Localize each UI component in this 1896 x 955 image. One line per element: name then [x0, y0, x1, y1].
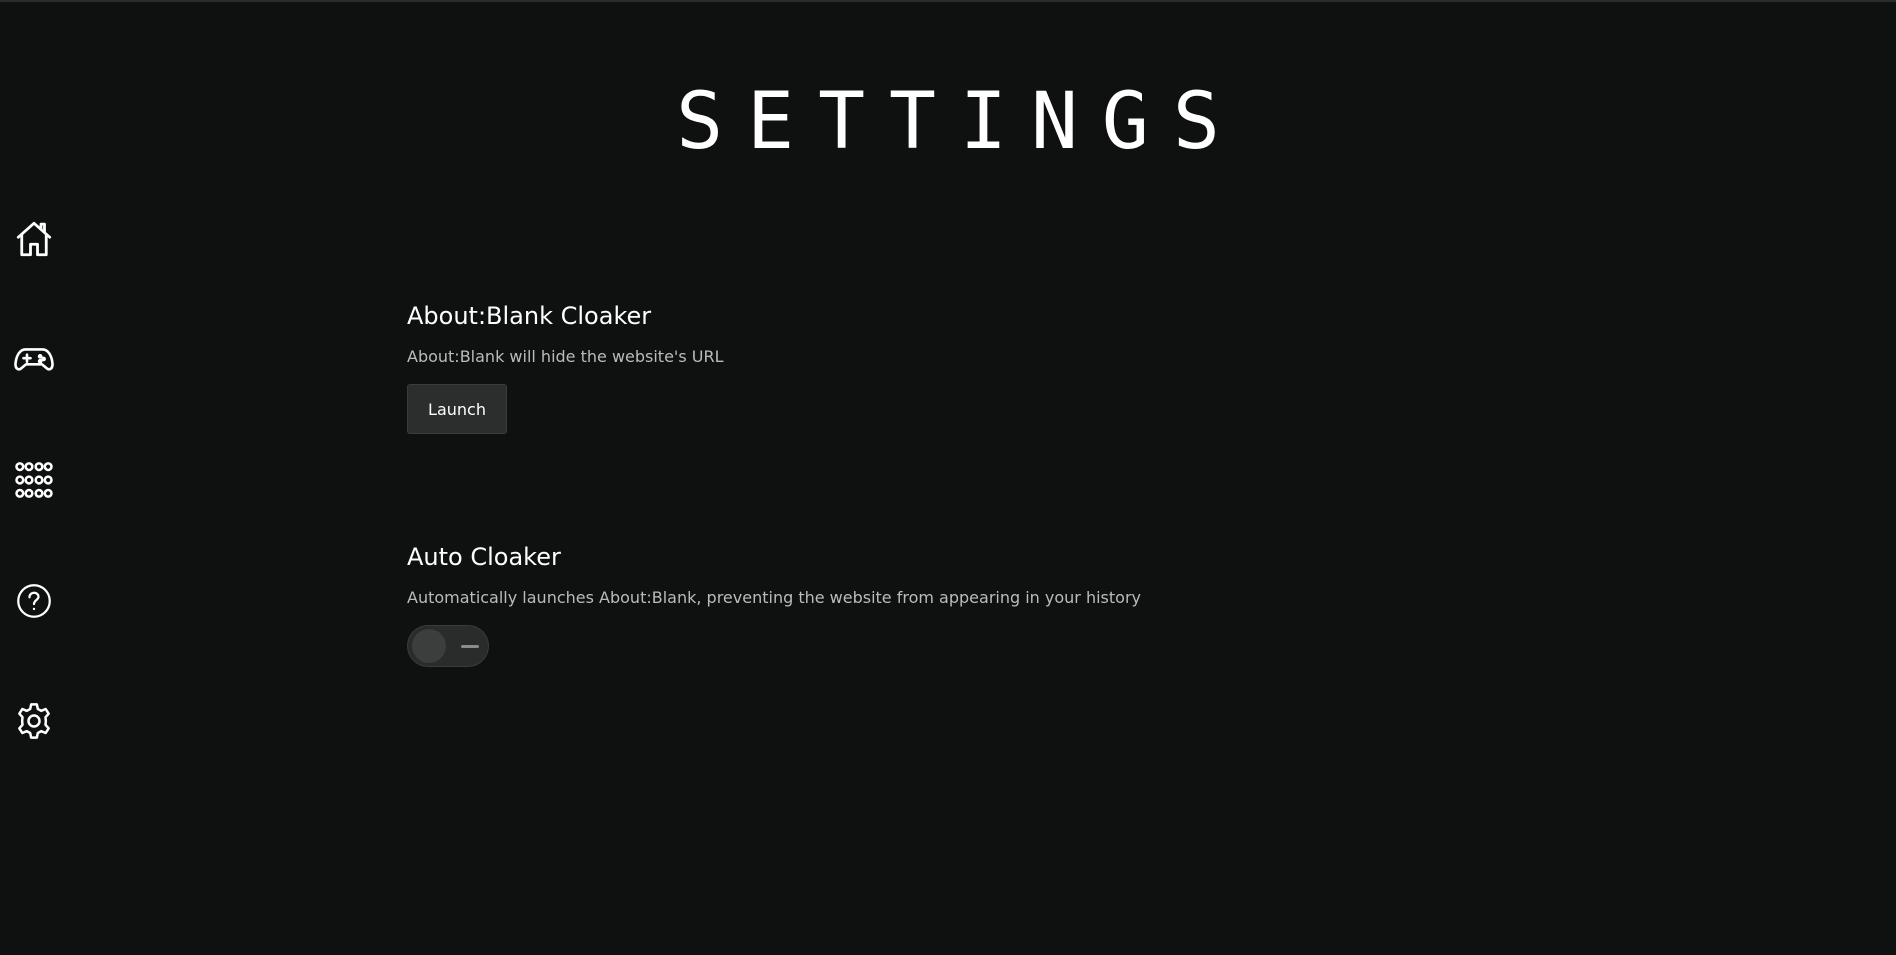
home-icon [16, 221, 52, 257]
sidebar-item-home[interactable] [12, 217, 56, 261]
sidebar-item-settings[interactable] [12, 699, 56, 743]
grid-dots-icon [15, 462, 53, 498]
sidebar-item-help[interactable] [12, 579, 56, 623]
sidebar-item-games[interactable] [12, 337, 56, 381]
about-blank-heading: About:Blank Cloaker [407, 302, 652, 330]
about-blank-description: About:Blank will hide the website's URL [407, 347, 724, 366]
auto-cloaker-description: Automatically launches About:Blank, prev… [407, 588, 1141, 607]
about-blank-cloaker-section: About:Blank Cloaker About:Blank will hid… [407, 300, 1307, 434]
page-title: SETTINGS [676, 77, 1244, 167]
gamepad-icon [14, 348, 54, 371]
auto-cloaker-toggle[interactable] [407, 625, 489, 667]
launch-button[interactable]: Launch [407, 384, 507, 434]
auto-cloaker-heading: Auto Cloaker [407, 543, 561, 571]
gear-icon [18, 703, 50, 739]
toggle-knob [412, 629, 446, 663]
toggle-off-mark-icon [461, 645, 479, 648]
auto-cloaker-section: Auto Cloaker Automatically launches Abou… [407, 541, 1307, 667]
help-circle-icon [17, 584, 51, 618]
settings-page: SETTINGS About:Blank Cloaker About:Blank… [0, 0, 1896, 955]
sidebar-item-apps[interactable] [12, 458, 56, 502]
